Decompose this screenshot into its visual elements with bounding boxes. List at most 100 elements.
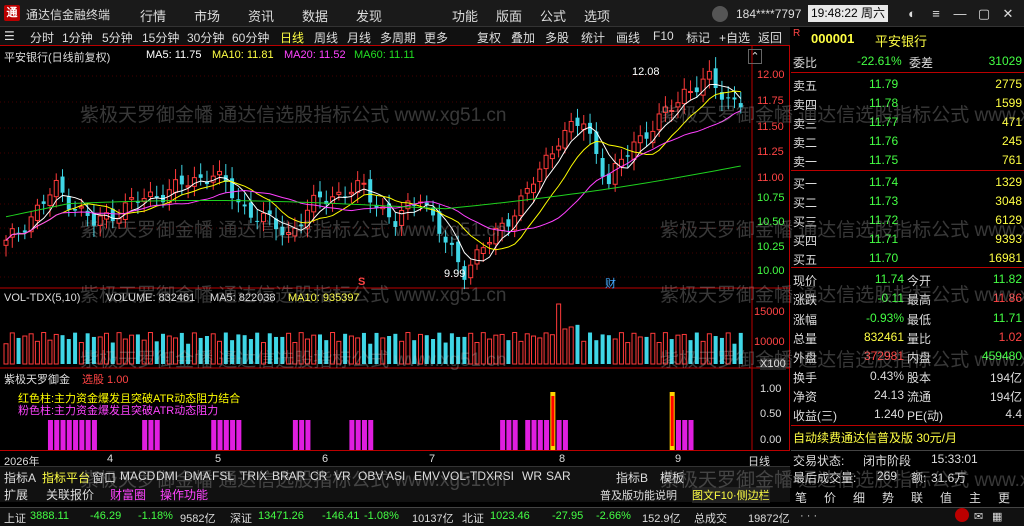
menu-formula[interactable]: 公式 xyxy=(540,6,566,25)
volume-bar xyxy=(16,337,21,364)
bid-price: 11.73 xyxy=(869,194,899,208)
indicator-legend-pink: 粉色柱:主力资金爆发且突破ATR动态阻力 xyxy=(18,405,219,417)
indicator-bar-red xyxy=(670,396,674,446)
tb-daily[interactable]: 日线 xyxy=(280,29,304,46)
tb-intraday[interactable]: 分时 xyxy=(30,29,54,46)
ask-row[interactable]: 卖三 11.77 471 xyxy=(791,113,1024,132)
ask-row[interactable]: 卖二 11.76 245 xyxy=(791,132,1024,151)
menu-options[interactable]: 选项 xyxy=(584,6,610,25)
menu-quotes[interactable]: 行情 xyxy=(140,6,166,25)
ind-tick: 1.00 xyxy=(760,383,782,395)
tb-5min[interactable]: 5分钟 xyxy=(102,29,133,46)
indicator-tab[interactable]: OBV xyxy=(358,469,383,483)
tb-add-watch[interactable]: +自选 xyxy=(719,29,750,46)
bid-row[interactable]: 买一 11.74 1329 xyxy=(791,173,1024,192)
indicator-tab[interactable]: VR xyxy=(334,469,351,483)
maximize-icon[interactable]: ▢ xyxy=(972,4,996,23)
promo-text[interactable]: 自动续费通达信普及版 30元/月 xyxy=(793,429,957,446)
tb-sidebar-icon[interactable]: ☰ xyxy=(4,29,15,43)
indicator-tab[interactable]: SAR xyxy=(546,469,571,483)
close-icon[interactable]: ✕ xyxy=(996,4,1020,23)
tb-stats[interactable]: 统计 xyxy=(581,29,605,46)
tb-30min[interactable]: 30分钟 xyxy=(187,29,224,46)
skin-icon[interactable]: ◐ xyxy=(900,4,924,23)
sz-label[interactable]: 深证 xyxy=(230,510,252,526)
detail-tab[interactable]: 细 xyxy=(853,489,865,506)
indicator-tab[interactable]: CR xyxy=(310,469,327,483)
vol-indicator-name[interactable]: VOL-TDX(5,10) xyxy=(4,292,80,304)
menu-layout[interactable]: 版面 xyxy=(496,6,522,25)
price-tick: 11.50 xyxy=(757,121,784,133)
detail-tab[interactable]: 更 xyxy=(998,489,1010,506)
indicator-tab[interactable]: TRIX xyxy=(240,469,267,483)
detail-tab[interactable]: 势 xyxy=(882,489,894,506)
minimize-icon[interactable]: — xyxy=(948,4,972,23)
indicator-tab[interactable]: DMI xyxy=(156,469,178,483)
tb-overlay[interactable]: 叠加 xyxy=(511,29,535,46)
extension-tab[interactable]: 扩展 xyxy=(4,486,28,503)
indicator-tab[interactable]: RSI xyxy=(494,469,514,483)
extension-tab[interactable]: 财富圈 xyxy=(110,486,146,503)
indicator-tab[interactable]: WR xyxy=(522,469,542,483)
high-price-label: 12.08 xyxy=(632,66,660,78)
indicator-tab[interactable]: BRAR xyxy=(272,469,305,483)
indicator-tab[interactable]: DMA xyxy=(184,469,211,483)
menu-news[interactable]: 资讯 xyxy=(248,6,274,25)
detail-tab[interactable]: 价 xyxy=(824,489,836,506)
tb-multi-stock[interactable]: 多股 xyxy=(545,29,569,46)
menu-data[interactable]: 数据 xyxy=(302,6,328,25)
ask-row[interactable]: 卖四 11.78 1599 xyxy=(791,94,1024,113)
alert-icon[interactable] xyxy=(955,508,969,522)
chat-icon[interactable]: ✉ xyxy=(974,510,983,523)
candle-body xyxy=(73,209,78,211)
menu-discover[interactable]: 发现 xyxy=(356,6,382,25)
menu-functions[interactable]: 功能 xyxy=(452,6,478,25)
tb-draw[interactable]: 画线 xyxy=(616,29,640,46)
indicator-tab[interactable]: VOL-TDX xyxy=(442,469,494,483)
detail-tab[interactable]: 值 xyxy=(940,489,952,506)
bid-row[interactable]: 买三 11.72 6129 xyxy=(791,211,1024,230)
ask-row[interactable]: 卖一 11.75 761 xyxy=(791,151,1024,170)
finance-marker[interactable]: 财 xyxy=(605,275,616,291)
bid-row[interactable]: 买四 11.71 9393 xyxy=(791,230,1024,249)
menu-icon[interactable]: ≡ xyxy=(924,4,948,23)
indicator-tab[interactable]: EMV xyxy=(414,469,440,483)
tb-multi-period[interactable]: 多周期 xyxy=(380,29,416,46)
kline-chart-area[interactable]: 平安银行(日线前复权) MA5: 11.75 MA10: 11.81 MA20:… xyxy=(0,46,790,450)
tips-link[interactable]: 普及版功能说明 xyxy=(600,487,677,503)
ask-row[interactable]: 卖五 11.79 2775 xyxy=(791,75,1024,94)
tb-f10[interactable]: F10 xyxy=(653,29,674,43)
tb-adjust[interactable]: 复权 xyxy=(477,29,501,46)
candle-body xyxy=(242,204,247,207)
indicator-name[interactable]: 紫极天罗御金 xyxy=(4,371,70,387)
detail-tab[interactable]: 联 xyxy=(911,489,923,506)
tb-1min[interactable]: 1分钟 xyxy=(62,29,93,46)
bz-label[interactable]: 北证 xyxy=(462,510,484,526)
promo-banner[interactable]: 自动续费通达信普及版 30元/月 xyxy=(791,427,1024,447)
extension-tab[interactable]: 操作功能 xyxy=(160,486,208,503)
indicator-tab[interactable]: ASI xyxy=(386,469,405,483)
detail-tab[interactable]: 主 xyxy=(969,489,981,506)
f10-sidebar-link[interactable]: 图文F10·侧边栏 xyxy=(692,487,770,503)
tb-weekly[interactable]: 周线 xyxy=(314,29,338,46)
layout-icon[interactable]: ▦ xyxy=(992,510,1002,523)
menu-market[interactable]: 市场 xyxy=(194,6,220,25)
volume-bar xyxy=(499,333,505,365)
user-avatar[interactable] xyxy=(712,6,728,22)
tb-mark[interactable]: 标记 xyxy=(686,29,710,46)
tb-monthly[interactable]: 月线 xyxy=(347,29,371,46)
tb-60min[interactable]: 60分钟 xyxy=(232,29,269,46)
bid-row[interactable]: 买五 11.70 16981 xyxy=(791,249,1024,268)
detail-tab[interactable]: 笔 xyxy=(795,489,807,506)
tb-15min[interactable]: 15分钟 xyxy=(142,29,179,46)
sh-pct: -1.18% xyxy=(138,510,173,522)
tb-more[interactable]: 更多 xyxy=(424,29,448,46)
bid-row[interactable]: 买二 11.73 3048 xyxy=(791,192,1024,211)
indicator-tab[interactable]: FSL xyxy=(212,469,234,483)
indicator-tab[interactable]: MACD xyxy=(120,469,155,483)
extension-tab[interactable]: 关联报价 xyxy=(46,486,94,503)
sh-label[interactable]: 上证 xyxy=(4,510,26,526)
sell-marker: S xyxy=(358,276,366,288)
chart-expand-icon[interactable]: ⌃ xyxy=(748,49,762,64)
tb-back[interactable]: 返回 xyxy=(758,29,782,46)
